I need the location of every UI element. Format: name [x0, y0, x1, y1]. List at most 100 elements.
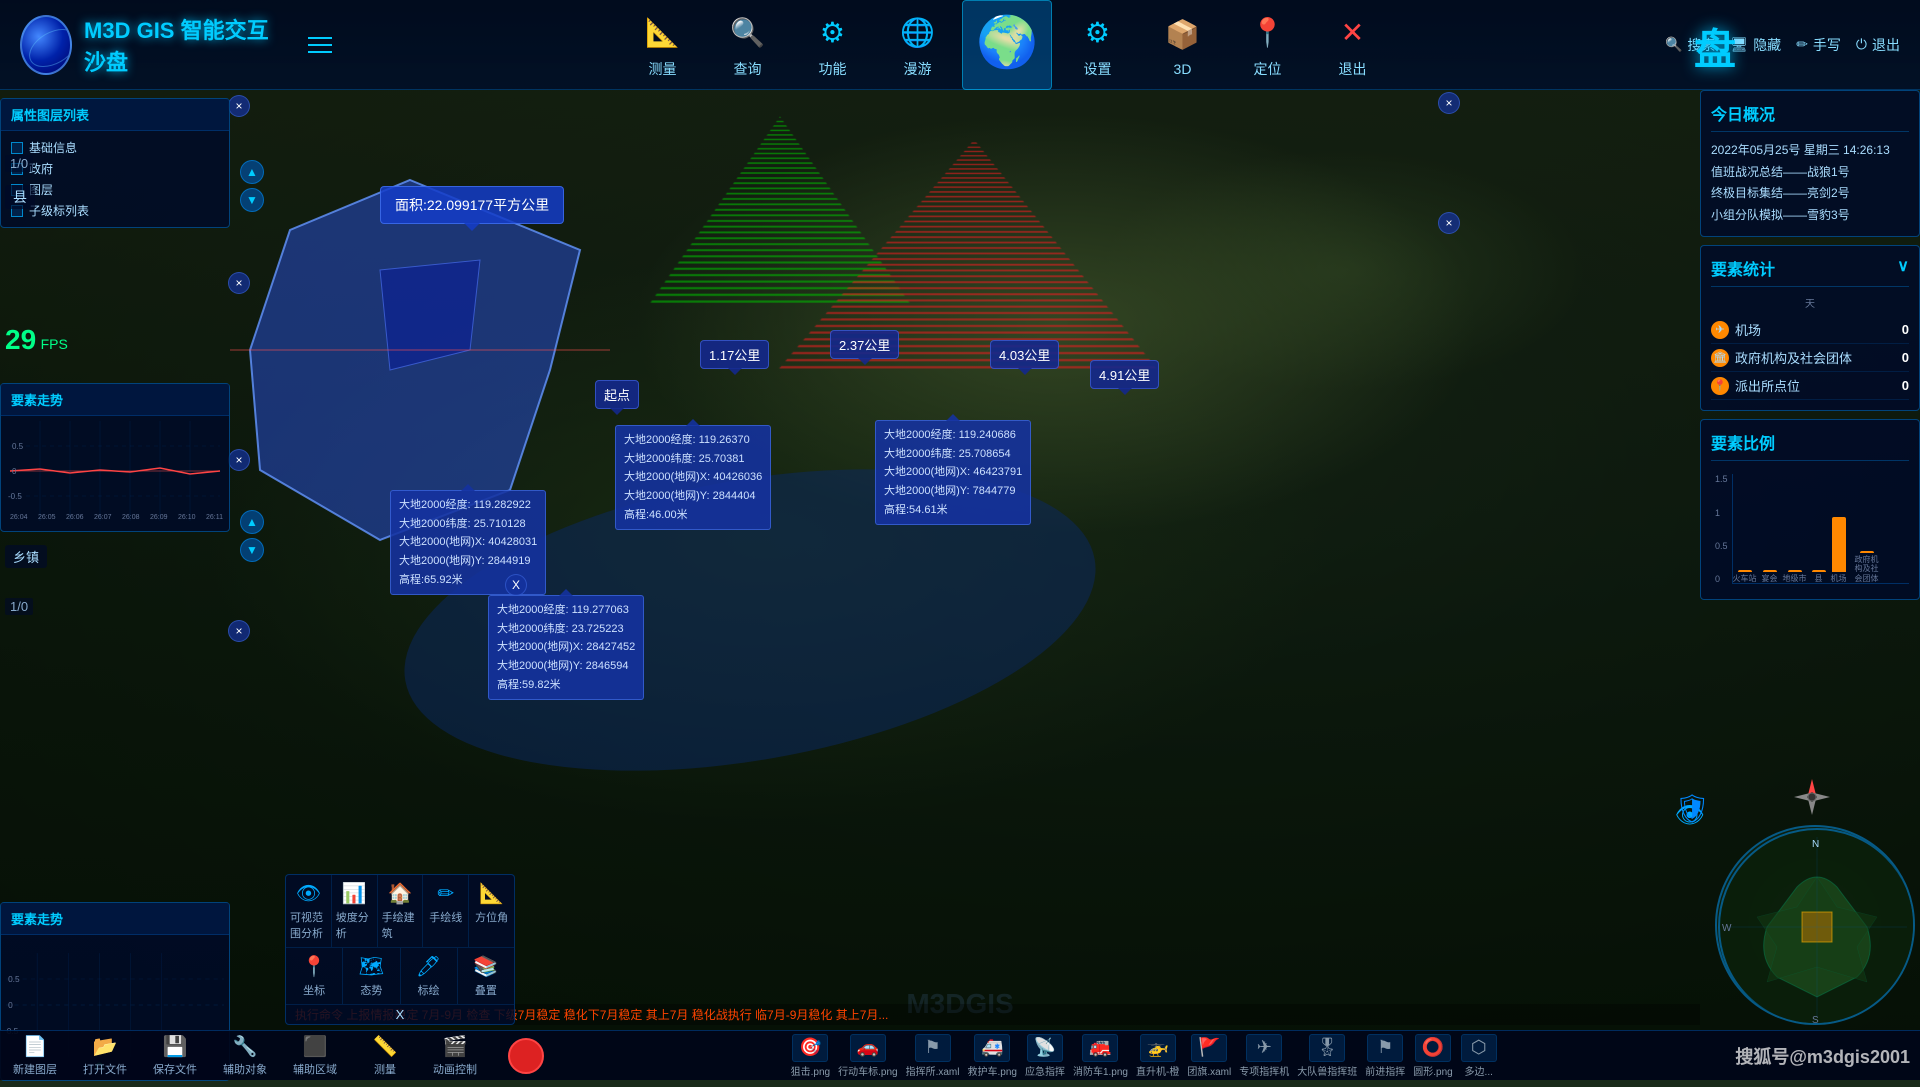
status-circle[interactable]: ⭕ 圆形.png: [1413, 1034, 1452, 1078]
tool-exit[interactable]: ✕ 退出: [1312, 5, 1392, 85]
bar-label-train: 火车站: [1733, 574, 1757, 584]
animation-label: 动画控制: [433, 1061, 477, 1077]
btn-animation[interactable]: 🎬 动画控制: [430, 1034, 480, 1077]
status-polygon[interactable]: ⬡ 多边...: [1461, 1034, 1497, 1078]
save-file-icon: 💾: [163, 1034, 188, 1059]
vehicle-icon: 🚗: [850, 1034, 886, 1062]
status-firetruck[interactable]: 🚒 消防车1.png: [1073, 1034, 1128, 1078]
callout-dist3: 4.03公里: [990, 340, 1059, 369]
quit-btn[interactable]: ⏻ 退出: [1856, 35, 1900, 55]
gov-label: 政府机构及社会团体: [1735, 348, 1852, 367]
handwrite-btn[interactable]: ✏ 手写: [1796, 35, 1841, 55]
btn-save-file[interactable]: 💾 保存文件: [150, 1034, 200, 1077]
logo-globe-icon: [20, 15, 72, 75]
aux-area-icon: ⬛: [303, 1034, 328, 1059]
btn-hand-line[interactable]: ✏ 手绘线: [423, 875, 469, 947]
close-btn-trend2[interactable]: ×: [228, 620, 250, 642]
close-btn-right[interactable]: ×: [1438, 92, 1460, 114]
hide-btn[interactable]: 🖥 隐藏: [1730, 35, 1781, 55]
overview-title: 今日概况: [1711, 101, 1909, 132]
sohu-watermark: 搜狐号@m3dgis2001: [1735, 1043, 1910, 1069]
town-label: 乡镇: [5, 545, 47, 568]
measure-icon-btm: 📏: [373, 1034, 398, 1059]
status-forward[interactable]: ⚑ 前进指挥: [1365, 1034, 1405, 1078]
status-specialist[interactable]: ✈ 专项指挥机: [1239, 1034, 1289, 1078]
tool-roam[interactable]: 🌐 漫游: [877, 5, 957, 85]
tool-function[interactable]: ⚙ 功能: [792, 5, 872, 85]
layer-item-3[interactable]: 图层: [11, 179, 219, 200]
emergency-label: 应急指挥: [1025, 1063, 1065, 1078]
polygon-icon: ⬡: [1461, 1034, 1497, 1062]
compass-svg: [1792, 777, 1832, 817]
handwrite-icon: ✏: [1796, 36, 1808, 53]
location-icon: 📍: [1245, 11, 1289, 55]
stat-gov-info: 🏛 政府机构及社会团体: [1711, 348, 1852, 367]
coord-close-btn[interactable]: X: [505, 574, 527, 596]
tool-location[interactable]: 📍 定位: [1227, 5, 1307, 85]
circle-label: 圆形.png: [1413, 1063, 1452, 1078]
tool-panel-close[interactable]: X: [286, 1004, 514, 1024]
tool-panel: 👁 可视范围分析 📊 坡度分析 🏠 手绘建筑 ✏ 手绘线 📐 方位角 📍 坐标 …: [285, 874, 515, 1025]
trend-title-2: 要素走势: [11, 909, 63, 928]
layer-item-2[interactable]: 政府: [11, 158, 219, 179]
btn-hand-building[interactable]: 🏠 手绘建筑: [378, 875, 424, 947]
exit-icon: ✕: [1330, 11, 1374, 55]
bar-city: 地级市: [1783, 570, 1807, 584]
svg-text:26:06: 26:06: [66, 514, 84, 521]
status-vehicle[interactable]: 🚗 行动车标.png: [838, 1034, 897, 1078]
close-btn-layer[interactable]: ×: [228, 449, 250, 471]
nav-up-arrow[interactable]: ▲: [240, 160, 264, 184]
close-btn-top[interactable]: ×: [228, 95, 250, 117]
brigade-icon: 🎖: [1309, 1034, 1345, 1062]
stats-expand-icon[interactable]: ∨: [1897, 256, 1909, 276]
layer-list-header: 属性图层列表: [1, 99, 229, 131]
layer-item-1[interactable]: 基础信息: [11, 137, 219, 158]
tool-3d[interactable]: 📦 3D: [1142, 5, 1222, 85]
btn-open-file[interactable]: 📂 打开文件: [80, 1034, 130, 1077]
status-emergency[interactable]: 📡 应急指挥: [1025, 1034, 1065, 1078]
overlay-label: 叠置: [475, 982, 497, 998]
quit-icon: ⏻: [1856, 36, 1867, 53]
tool-settings[interactable]: ⚙ 设置: [1057, 5, 1137, 85]
btn-plot[interactable]: 🖊 标绘: [401, 948, 458, 1004]
btn-overlay[interactable]: 📚 叠置: [458, 948, 514, 1004]
close-btn-stats[interactable]: ×: [1438, 212, 1460, 234]
tool-query[interactable]: 🔍 查询: [707, 5, 787, 85]
helicopter-icon: 🚁: [1140, 1034, 1176, 1062]
tool-globe[interactable]: 🌍: [962, 0, 1052, 90]
btn-aux-obj[interactable]: 🔧 辅助对象: [220, 1034, 270, 1077]
fps-display: 29 FPS: [5, 324, 68, 356]
nav-up-arrow-mid[interactable]: ▲: [240, 510, 264, 534]
nav-down-arrow[interactable]: ▼: [240, 188, 264, 212]
layer-check-1[interactable]: [11, 142, 23, 154]
status-ambulance[interactable]: 🚑 救护车.png: [968, 1034, 1017, 1078]
nav-down-arrow-mid[interactable]: ▼: [240, 538, 264, 562]
status-helicopter[interactable]: 🚁 直升机-橙: [1136, 1034, 1179, 1078]
btn-measure[interactable]: 📏 测量: [360, 1034, 410, 1077]
plot-icon: 🖊: [416, 954, 441, 979]
btn-aux-area[interactable]: ⬛ 辅助区域: [290, 1034, 340, 1077]
globe-icon: 🌍: [979, 15, 1035, 71]
emergency-btn[interactable]: [508, 1038, 544, 1074]
status-command[interactable]: ⚑ 指挥所.xaml: [906, 1034, 960, 1078]
btn-visibility-analysis[interactable]: 👁 可视范围分析: [286, 875, 332, 947]
btn-slope-analysis[interactable]: 📊 坡度分析: [332, 875, 378, 947]
status-flag[interactable]: 🚩 团旗.xaml: [1187, 1034, 1231, 1078]
tool-measure[interactable]: 📐 测量: [622, 5, 702, 85]
close-btn-mid[interactable]: ×: [228, 272, 250, 294]
btn-coordinate[interactable]: 📍 坐标: [286, 948, 343, 1004]
measure-label-btm: 测量: [374, 1061, 396, 1077]
status-snipe[interactable]: 🎯 狙击.png: [791, 1034, 830, 1078]
roam-icon: 🌐: [895, 11, 939, 55]
firetruck-icon: 🚒: [1082, 1034, 1118, 1062]
toolbar-tools: 📐 测量 🔍 查询 ⚙ 功能 🌐 漫游 🌍 ⚙ 设置 📦 3D 📍 定: [350, 0, 1665, 90]
svg-text:W E 博洋镇 乐乐镇: W E 博洋镇 乐乐镇: [1722, 923, 1732, 934]
btn-situation[interactable]: 🗺 态势: [343, 948, 400, 1004]
btn-azimuth[interactable]: 📐 方位角: [469, 875, 514, 947]
status-brigade[interactable]: 🎖 大队兽指挥班: [1297, 1034, 1357, 1078]
btn-new-layer[interactable]: 📄 新建图层: [10, 1034, 60, 1077]
bar-county: 县: [1812, 570, 1826, 584]
app-logo: M3D GIS 智能交互沙盘: [0, 13, 300, 77]
layer-item-4[interactable]: 子级标列表: [11, 200, 219, 221]
menu-button[interactable]: [300, 15, 340, 75]
